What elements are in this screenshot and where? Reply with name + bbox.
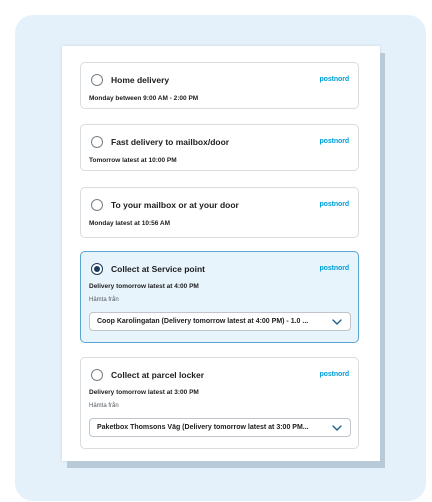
option-detail: Delivery tomorrow latest at 4:00 PM	[89, 283, 199, 290]
parcel-locker-select[interactable]: Paketbox Thomsons Väg (Delivery tomorrow…	[89, 418, 351, 437]
radio-service-point[interactable]	[91, 263, 103, 275]
option-detail: Monday latest at 10:56 AM	[89, 220, 171, 227]
option-title: To your mailbox or at your door	[111, 200, 239, 210]
option-detail: Monday between 9:00 AM - 2:00 PM	[89, 95, 199, 102]
option-home-delivery[interactable]: Home delivery postnord Monday between 9:…	[80, 62, 359, 109]
option-title: Fast delivery to mailbox/door	[111, 137, 230, 147]
radio-parcel-locker[interactable]	[91, 369, 103, 381]
radio-fast-delivery[interactable]	[91, 136, 103, 148]
postnord-logo: postnord	[319, 201, 349, 208]
radio-mailbox-or-door[interactable]	[91, 199, 103, 211]
radio-home-delivery[interactable]	[91, 74, 103, 86]
delivery-options-panel: Home delivery postnord Monday between 9:…	[62, 46, 380, 461]
option-title: Collect at Service point	[111, 264, 205, 274]
option-detail: Delivery tomorrow latest at 3:00 PM	[89, 389, 199, 396]
option-service-point[interactable]: Collect at Service point postnord Delive…	[80, 251, 359, 343]
chevron-down-icon	[332, 319, 342, 325]
postnord-logo: postnord	[319, 265, 349, 272]
option-fast-delivery[interactable]: Fast delivery to mailbox/door postnord T…	[80, 124, 359, 171]
select-value: Paketbox Thomsons Väg (Delivery tomorrow…	[97, 424, 309, 431]
option-title: Collect at parcel locker	[111, 370, 205, 380]
option-detail: Tomorrow latest at 10:00 PM	[89, 157, 177, 164]
service-point-select[interactable]: Coop Karolingatan (Delivery tomorrow lat…	[89, 312, 351, 331]
select-value: Coop Karolingatan (Delivery tomorrow lat…	[97, 318, 309, 325]
option-parcel-locker[interactable]: Collect at parcel locker postnord Delive…	[80, 357, 359, 449]
postnord-logo: postnord	[319, 76, 349, 83]
option-title: Home delivery	[111, 75, 170, 85]
pickup-from-label: Hämta från	[89, 297, 119, 303]
postnord-logo: postnord	[319, 371, 349, 378]
option-mailbox-or-door[interactable]: To your mailbox or at your door postnord…	[80, 187, 359, 238]
chevron-down-icon	[332, 425, 342, 431]
postnord-logo: postnord	[319, 138, 349, 145]
pickup-from-label: Hämta från	[89, 403, 119, 409]
